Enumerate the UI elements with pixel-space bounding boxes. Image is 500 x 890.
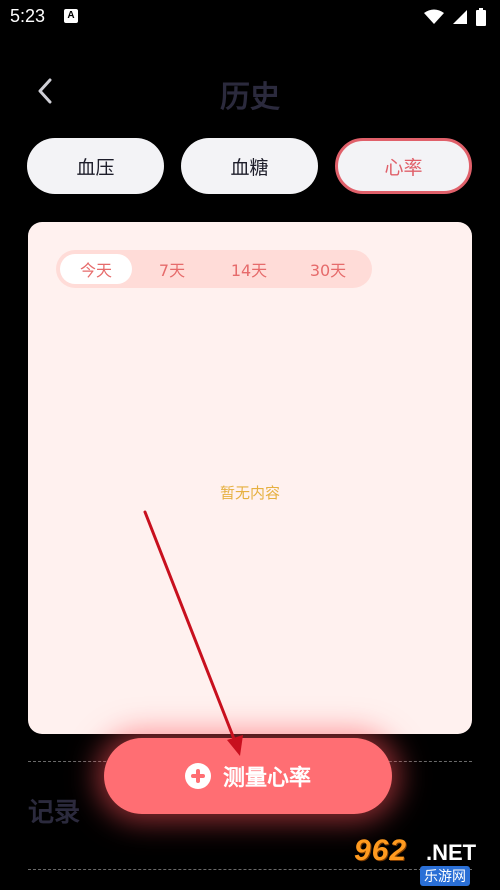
range-30-days[interactable]: 30天 (292, 254, 364, 284)
signal-icon (453, 10, 467, 24)
history-chart-card: 今天 7天 14天 30天 暂无内容 (28, 222, 472, 734)
accessibility-notification-icon: A (64, 9, 78, 23)
tab-heart-rate[interactable]: 心率 (335, 138, 472, 194)
status-time: 5:23 (10, 6, 46, 26)
page-title: 历史 (220, 80, 280, 115)
empty-state-text: 暂无内容 (219, 484, 280, 502)
measure-button-label: 测量心率 (222, 766, 311, 791)
battery-icon (476, 8, 486, 26)
status-icons (424, 8, 486, 26)
tab-blood-sugar[interactable]: 血糖 (181, 138, 318, 194)
watermark-site-name: 乐游网 (420, 866, 470, 886)
wifi-icon (424, 9, 444, 24)
plus-circle-icon (184, 763, 211, 789)
range-14-days[interactable]: 14天 (213, 254, 285, 284)
records-title: 记录 (28, 798, 81, 828)
tab-blood-pressure[interactable]: 血压 (27, 138, 164, 194)
measure-heart-rate-button[interactable]: 测量心率 (104, 738, 392, 814)
status-bar: 5:23 A (0, 0, 500, 36)
range-today[interactable]: 今天 (60, 254, 132, 284)
watermark-net: .NET (426, 840, 477, 865)
range-7-days[interactable]: 7天 (136, 254, 208, 284)
watermark-logo: 962 (354, 834, 408, 867)
site-watermark: 962 .NET 乐游网 (354, 834, 494, 886)
time-range-selector: 今天 7天 14天 30天 (56, 250, 372, 288)
